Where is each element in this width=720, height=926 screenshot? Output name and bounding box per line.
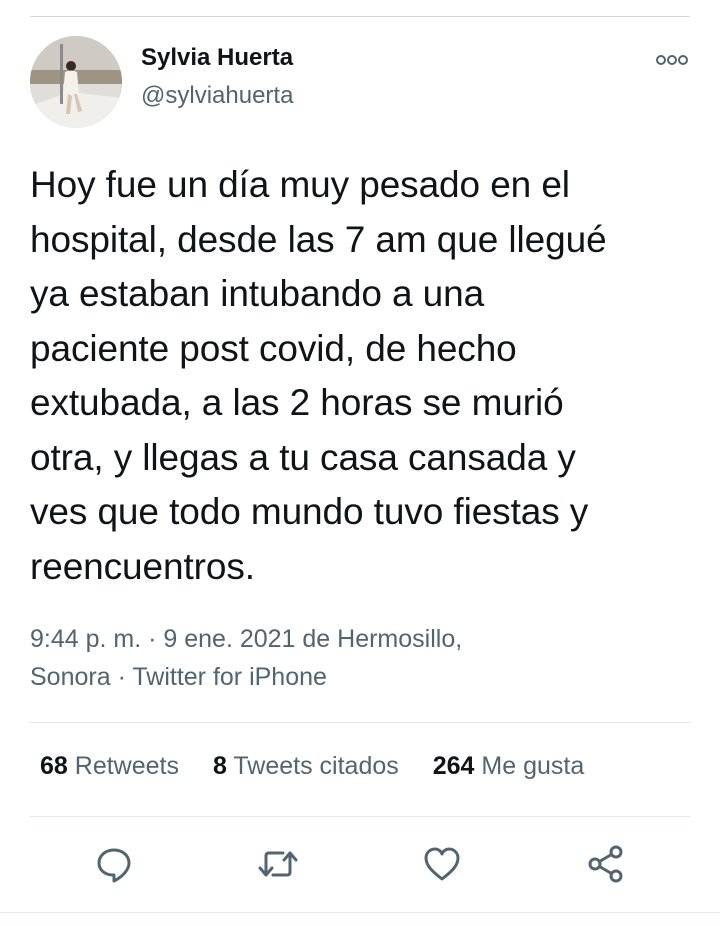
tweet-timestamp-location[interactable]: 9:44 p. m. · 9 ene. 2021 de Hermosillo, [30,620,462,658]
tweet-location-end[interactable]: Sonora [30,663,111,691]
share-button[interactable] [584,842,628,886]
tweet-meta: 9:44 p. m. · 9 ene. 2021 de Hermosillo, … [30,620,462,696]
quotes-stat[interactable]: 8 Tweets citados [213,752,399,781]
more-options-button[interactable] [652,50,692,70]
retweets-label: Retweets [74,752,179,780]
meta-separator: · [110,663,133,691]
retweet-icon [258,851,298,877]
reply-button[interactable] [92,842,136,886]
like-button[interactable] [420,842,464,886]
avatar[interactable] [30,36,122,128]
likes-label: Me gusta [481,752,585,780]
quotes-count: 8 [212,752,227,780]
retweet-button[interactable] [256,842,300,886]
share-icon [588,845,623,883]
author-handle[interactable]: @sylviahuerta [141,82,293,110]
quotes-label: Tweets citados [233,752,399,780]
tweet-text: Hoy fue un día muy pesado en el hospital… [30,164,607,587]
heart-icon [424,847,460,881]
tweet-client[interactable]: Twitter for iPhone [132,663,327,691]
stats-divider-top [30,722,690,723]
reply-icon [97,848,131,883]
bottom-divider [0,912,720,913]
avatar-photo [30,36,122,128]
more-options-icon [656,55,688,65]
author-name[interactable]: Sylvia Huerta [141,44,293,72]
retweets-count: 68 [40,752,68,780]
stats-divider-bottom [30,816,690,817]
top-divider [30,16,690,17]
likes-count: 264 [432,752,475,780]
likes-stat[interactable]: 264 Me gusta [433,752,585,781]
tweet-stats: 68 Retweets 8 Tweets citados 264 Me gusta [40,752,584,781]
retweets-stat[interactable]: 68 Retweets [40,752,179,781]
